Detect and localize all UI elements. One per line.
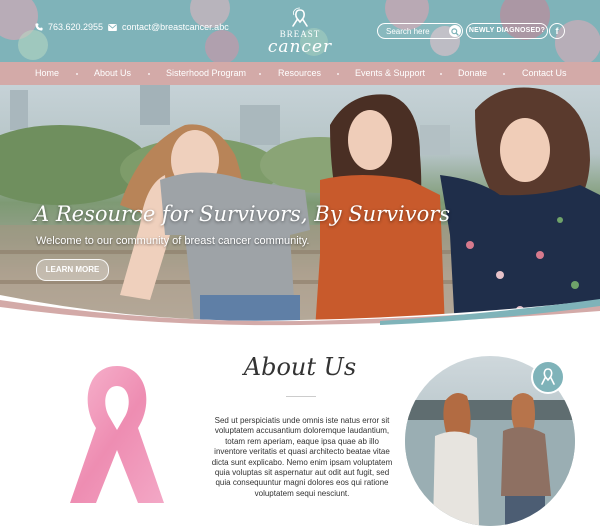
nav-item-donate[interactable]: Donate xyxy=(458,62,487,85)
site-logo[interactable]: BREAST cancer xyxy=(250,5,350,59)
awareness-ribbon-icon xyxy=(292,7,308,27)
email-contact[interactable]: contact@breastcancer.abc xyxy=(108,22,229,32)
about-body-text: Sed ut perspiciatis unde omnis iste natu… xyxy=(211,416,393,498)
nav-item-sisterhood-program[interactable]: Sisterhood Program xyxy=(166,62,246,85)
main-navigation: Home About Us Sisterhood Program Resourc… xyxy=(0,62,600,85)
facebook-icon: f xyxy=(555,26,559,36)
search-button[interactable] xyxy=(449,25,461,37)
phone-icon xyxy=(35,23,43,31)
phone-contact[interactable]: 763.620.2955 xyxy=(35,22,103,32)
search-input[interactable] xyxy=(386,25,444,37)
pink-ribbon-image xyxy=(70,366,164,503)
nav-item-about-us[interactable]: About Us xyxy=(94,62,131,85)
search-icon xyxy=(451,28,459,36)
newly-diagnosed-button[interactable]: NEWLY DIAGNOSED? xyxy=(466,23,548,39)
top-bar: 763.620.2955 contact@breastcancer.abc BR… xyxy=(0,0,600,62)
awareness-ribbon-icon xyxy=(541,368,555,385)
hero-subtitle: Welcome to our community of breast cance… xyxy=(36,235,310,247)
logo-word-cancer: cancer xyxy=(267,37,333,57)
nav-item-contact-us[interactable]: Contact Us xyxy=(522,62,567,85)
hero-title: A Resource for Survivors, By Survivors xyxy=(34,202,451,226)
nav-separator xyxy=(440,73,442,75)
nav-separator xyxy=(503,73,505,75)
phone-number: 763.620.2955 xyxy=(48,22,104,32)
learn-more-button[interactable]: LEARN MORE xyxy=(36,259,109,281)
ribbon-badge xyxy=(531,360,565,394)
nav-item-home[interactable]: Home xyxy=(35,62,59,85)
nav-item-events-support[interactable]: Events & Support xyxy=(355,62,425,85)
nav-item-resources[interactable]: Resources xyxy=(278,62,321,85)
hero-banner: A Resource for Survivors, By Survivors W… xyxy=(0,85,600,330)
email-address: contact@breastcancer.abc xyxy=(122,22,229,32)
divider xyxy=(286,396,316,397)
facebook-button[interactable]: f xyxy=(549,23,565,39)
floral-decoration xyxy=(18,30,48,60)
floral-decoration xyxy=(205,30,239,62)
search-box xyxy=(377,23,463,39)
nav-separator xyxy=(148,73,150,75)
nav-separator xyxy=(337,73,339,75)
envelope-icon xyxy=(108,23,117,31)
nav-separator xyxy=(259,73,261,75)
about-title: About Us xyxy=(243,353,357,381)
nav-separator xyxy=(76,73,78,75)
